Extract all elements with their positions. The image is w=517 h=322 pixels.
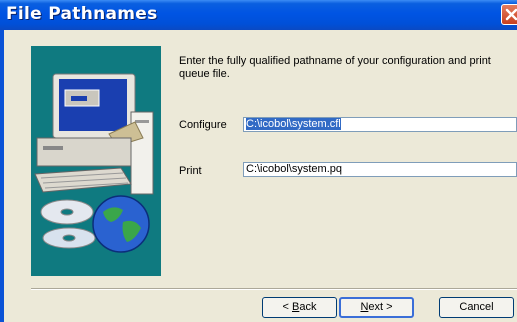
instructions-text: Enter the fully qualified pathname of yo… bbox=[179, 55, 491, 80]
back-button-rest: ack bbox=[299, 301, 317, 313]
dialog-window: File Pathnames Enter the fully qualified… bbox=[0, 0, 517, 322]
separator-line bbox=[31, 288, 517, 290]
title-bar[interactable]: File Pathnames bbox=[0, 0, 517, 30]
close-icon bbox=[505, 8, 517, 21]
configure-value: C:\icobol\system.cfl bbox=[246, 118, 341, 130]
window-title: File Pathnames bbox=[6, 4, 158, 24]
print-label: Print bbox=[179, 165, 202, 177]
print-field[interactable]: C:\icobol\system.pq bbox=[243, 162, 517, 177]
cancel-button[interactable]: Cancel bbox=[439, 297, 514, 318]
next-button[interactable]: Next > bbox=[339, 297, 414, 318]
configure-label: Configure bbox=[179, 119, 227, 131]
globe-icon bbox=[92, 195, 150, 253]
close-button[interactable] bbox=[501, 4, 517, 25]
window-frame-left bbox=[0, 30, 4, 322]
print-value: C:\icobol\system.pq bbox=[246, 163, 342, 175]
back-button-prefix: < bbox=[282, 301, 292, 313]
next-button-rest: ext > bbox=[368, 301, 393, 313]
configure-field[interactable]: C:\icobol\system.cfl bbox=[243, 117, 517, 132]
back-button[interactable]: < Back bbox=[262, 297, 337, 318]
wizard-illustration bbox=[31, 46, 161, 276]
